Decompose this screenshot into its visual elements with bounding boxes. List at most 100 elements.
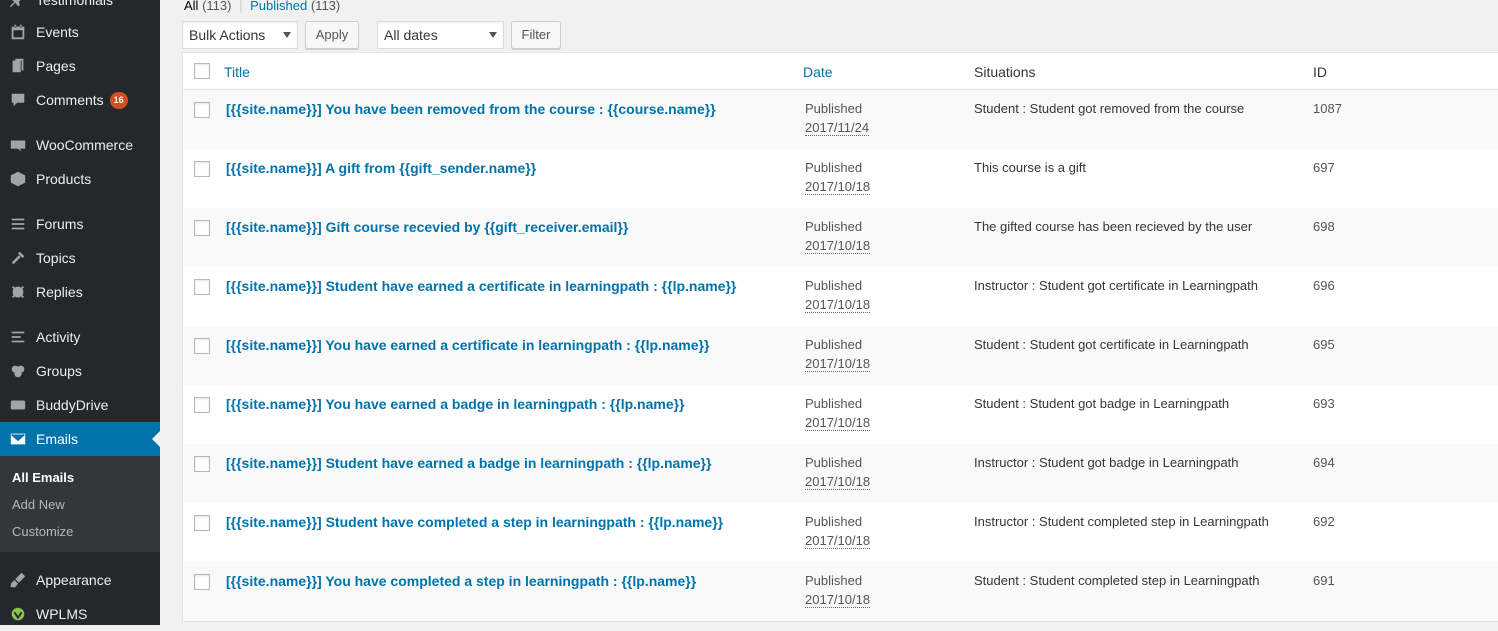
row-checkbox[interactable] [194,515,210,531]
menu-item-pages[interactable]: Pages [0,49,160,83]
current-menu-arrow [152,431,160,447]
situation-text: Student : Student completed step in Lear… [974,573,1260,588]
menu-label: Comments [36,92,104,108]
drive-icon [8,395,28,415]
row-checkbox[interactable] [194,220,210,236]
email-icon [8,429,28,449]
main-content: All (113) | Published (113) Bulk Actions… [160,0,1498,625]
comment-count-badge: 16 [109,91,128,109]
pages-icon [8,56,28,76]
forums-icon [8,214,28,234]
menu-label: WPLMS [36,606,88,622]
menu-label: Products [36,171,92,187]
situation-text: Instructor : Student got certificate in … [974,278,1259,293]
emails-submenu: All Emails Add New Customize [0,456,160,552]
email-title-link[interactable]: [{{site.name}}] Gift course recevied by … [226,219,628,235]
submenu-all-emails[interactable]: All Emails [12,470,74,485]
situation-text: This course is a gift [974,160,1086,175]
post-status: Published [805,573,863,588]
brush-icon [8,570,28,590]
row-checkbox[interactable] [194,161,210,177]
menu-label: Appearance [36,572,112,588]
post-date: 2017/10/18 [805,179,871,195]
email-title-link[interactable]: [{{site.name}}] Student have earned a ba… [226,455,711,471]
post-date: 2017/11/24 [805,120,870,136]
chevron-down-icon [283,32,291,38]
menu-label: Pages [36,58,76,74]
filter-published-link[interactable]: Published (113) [250,0,340,13]
menu-item-products[interactable]: Products [0,162,160,196]
menu-label: Activity [36,329,81,345]
menu-item-emails[interactable]: Emails [0,422,160,456]
wplms-icon [8,604,28,624]
menu-label: Events [36,24,79,40]
apply-button[interactable]: Apply [305,21,359,49]
groups-icon [8,361,28,381]
post-date: 2017/10/18 [805,592,871,608]
post-status: Published [805,219,863,234]
menu-item-woocommerce[interactable]: WooCommerce [0,128,160,162]
post-status: Published [805,278,863,293]
calendar-icon [8,22,28,42]
menu-item-appearance[interactable]: Appearance [0,563,160,597]
email-title-link[interactable]: [{{site.name}}] You have been removed fr… [226,101,716,117]
row-checkbox[interactable] [194,279,210,295]
tools-icon [8,248,28,268]
emails-table: Title Date Situations ID [{{site.name}}]… [182,52,1498,622]
filter-all-link[interactable]: All (113) [184,0,231,13]
menu-item-topics[interactable]: Topics [0,241,160,275]
post-id: 1087 [1313,101,1342,116]
row-checkbox[interactable] [194,102,210,118]
woo-icon [8,135,28,155]
table-row: [{{site.name}}] Student have completed a… [183,503,1498,562]
menu-label: Replies [36,284,83,300]
menu-item-events[interactable]: Events [0,15,160,49]
post-date: 2017/10/18 [805,415,871,431]
separator: | [239,0,243,13]
email-title-link[interactable]: [{{site.name}}] Student have completed a… [226,514,723,530]
activity-icon [8,327,28,347]
menu-label: BuddyDrive [36,397,109,413]
box-icon [8,169,28,189]
row-checkbox[interactable] [194,574,210,590]
filter-button[interactable]: Filter [511,21,561,49]
submenu-add-new[interactable]: Add New [12,497,65,512]
row-checkbox[interactable] [194,338,210,354]
table-row: [{{site.name}}] You have been removed fr… [183,90,1498,149]
select-all-checkbox[interactable] [194,63,210,79]
post-status: Published [805,337,863,352]
status-filter-links: All (113) | Published (113) [184,0,340,13]
menu-label: Testimonials [36,0,114,8]
bulk-actions-select[interactable]: Bulk Actions [182,21,298,49]
chevron-down-icon [489,32,497,38]
admin-sidebar: Testimonials Events Pages Comments 16 Wo… [0,0,160,625]
post-id: 698 [1313,219,1335,234]
email-title-link[interactable]: [{{site.name}}] You have earned a certif… [226,337,709,353]
menu-item-wplms[interactable]: WPLMS [0,597,160,631]
table-row: [{{site.name}}] Student have earned a ba… [183,444,1498,503]
row-checkbox[interactable] [194,456,210,472]
menu-item-groups[interactable]: Groups [0,354,160,388]
email-title-link[interactable]: [{{site.name}}] Student have earned a ce… [226,278,736,294]
menu-item-forums[interactable]: Forums [0,207,160,241]
email-title-link[interactable]: [{{site.name}}] A gift from {{gift_sende… [226,160,536,176]
email-title-link[interactable]: [{{site.name}}] You have completed a ste… [226,573,696,589]
table-row: [{{site.name}}] You have completed a ste… [183,562,1498,621]
menu-item-replies[interactable]: Replies [0,275,160,309]
post-id: 695 [1313,337,1335,352]
submenu-customize[interactable]: Customize [12,524,73,539]
situation-text: Instructor : Student completed step in L… [974,514,1269,529]
situation-text: Instructor : Student got badge in Learni… [974,455,1239,470]
comment-icon [8,90,28,110]
email-title-link[interactable]: [{{site.name}}] You have earned a badge … [226,396,685,412]
menu-item-activity[interactable]: Activity [0,320,160,354]
table-row: [{{site.name}}] Student have earned a ce… [183,267,1498,326]
menu-item-comments[interactable]: Comments 16 [0,83,160,117]
menu-item-buddydrive[interactable]: BuddyDrive [0,388,160,422]
table-row: [{{site.name}}] A gift from {{gift_sende… [183,149,1498,208]
column-title[interactable]: Title [224,64,250,80]
date-filter-select[interactable]: All dates [377,21,504,49]
column-date[interactable]: Date [803,64,833,80]
row-checkbox[interactable] [194,397,210,413]
column-situations: Situations [974,64,1036,80]
